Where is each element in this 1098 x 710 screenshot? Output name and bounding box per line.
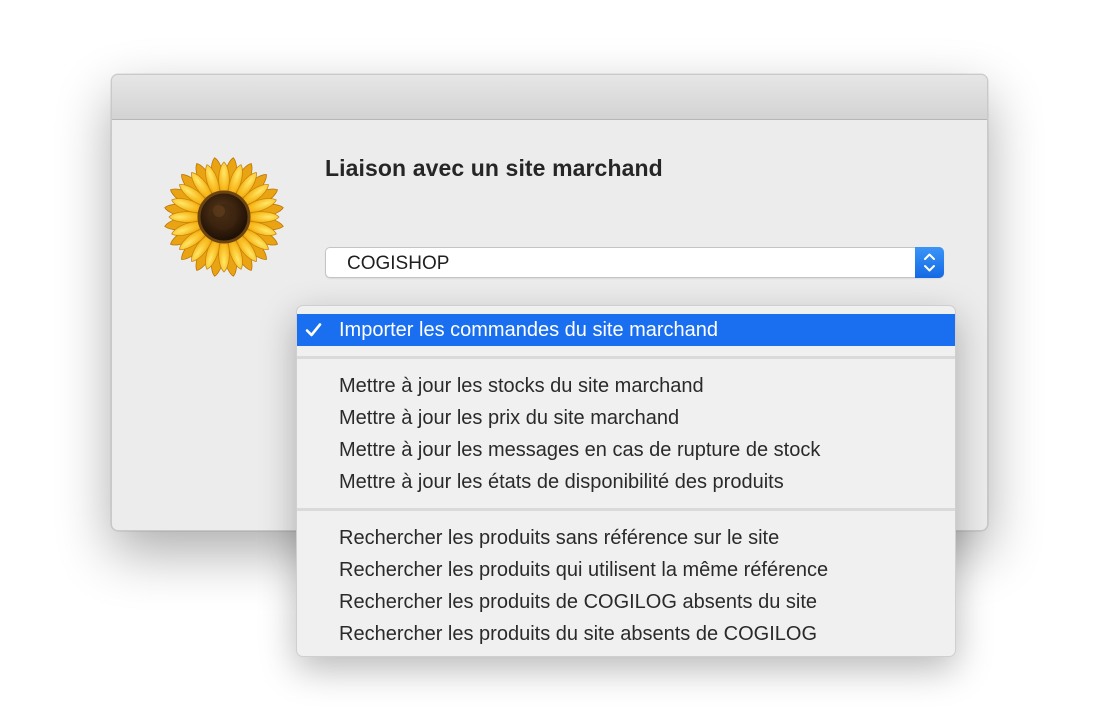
menu-item-label: Mettre à jour les stocks du site marchan… [339, 375, 704, 397]
menu-item-label: Mettre à jour les messages en cas de rup… [339, 439, 821, 461]
menu-item-label: Importer les commandes du site marchand [339, 319, 719, 341]
title-bar[interactable] [112, 75, 987, 120]
menu-item-maj-messages[interactable]: Mettre à jour les messages en cas de rup… [297, 434, 955, 466]
menu-item-label: Mettre à jour les prix du site marchand [339, 407, 680, 429]
menu-item-importer-commandes[interactable]: Importer les commandes du site marchand [297, 314, 955, 346]
menu-item-maj-etats[interactable]: Mettre à jour les états de disponibilité… [297, 466, 955, 498]
menu-item-maj-prix[interactable]: Mettre à jour les prix du site marchand [297, 402, 955, 434]
menu-separator [297, 356, 955, 359]
up-down-arrows-icon[interactable] [915, 247, 944, 278]
menu-item-produits-meme-reference[interactable]: Rechercher les produits qui utilisent la… [297, 554, 955, 586]
menu-item-maj-stocks[interactable]: Mettre à jour les stocks du site marchan… [297, 370, 955, 402]
dialog-title: Liaison avec un site marchand [325, 155, 663, 181]
menu-item-label: Rechercher les produits sans référence s… [339, 527, 780, 549]
menu-item-produits-absents-site[interactable]: Rechercher les produits de COGILOG absen… [297, 586, 955, 618]
menu-item-label: Rechercher les produits qui utilisent la… [339, 559, 829, 581]
site-popup-button[interactable]: COGISHOP [325, 247, 944, 278]
checkmark-icon [305, 323, 322, 337]
menu-item-label: Mettre à jour les états de disponibilité… [339, 471, 784, 493]
menu-item-label: Rechercher les produits du site absents … [339, 623, 818, 645]
popup-selected-value: COGISHOP [347, 253, 450, 274]
action-menu: Importer les commandes du site marchand … [296, 305, 956, 657]
sunflower-icon [164, 157, 284, 277]
menu-item-produits-sans-reference[interactable]: Rechercher les produits sans référence s… [297, 522, 955, 554]
menu-item-label: Rechercher les produits de COGILOG absen… [339, 591, 818, 613]
menu-separator [297, 508, 955, 511]
menu-item-produits-absents-cogilog[interactable]: Rechercher les produits du site absents … [297, 618, 955, 650]
